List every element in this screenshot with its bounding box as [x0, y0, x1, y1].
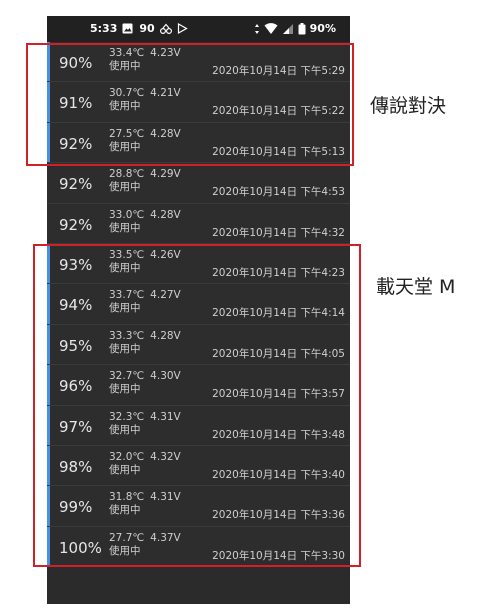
highlight-box-group1 [26, 43, 354, 166]
reading-info: 28.8℃ 4.29V 使用中 [109, 168, 181, 194]
temperature: 33.0℃ [109, 208, 145, 221]
highlight-box-group2 [33, 244, 361, 567]
list-item[interactable]: 92% 33.0℃ 4.28V 使用中 2020年10月14日 下午4:32 [47, 203, 350, 244]
annotation-label-group2: 載天堂 M [376, 276, 456, 298]
status-bar-left: 5:33 90 [90, 22, 189, 35]
battery-percent: 90% [309, 22, 336, 35]
wifi-icon [264, 22, 278, 35]
page: 5:33 90 90% 90% 33.4℃ 4.23V 使用中 2020年10月… [0, 0, 493, 610]
timestamp: 2020年10月14日 下午4:53 [212, 186, 345, 199]
battery-level: 92% [59, 175, 93, 194]
temperature: 28.8℃ [109, 168, 145, 181]
battery-icon [298, 22, 306, 35]
status-time: 5:33 [90, 22, 118, 35]
play-store-icon [177, 22, 189, 35]
timestamp: 2020年10月14日 下午4:32 [212, 226, 345, 239]
annotation-label-group1: 傳說對決 [370, 95, 447, 117]
voltage: 4.29V [150, 168, 181, 181]
reading-info: 33.0℃ 4.28V 使用中 [109, 209, 181, 235]
usage-status: 使用中 [109, 221, 141, 234]
list-item[interactable]: 92% 28.8℃ 4.29V 使用中 2020年10月14日 下午4:53 [47, 163, 350, 204]
image-icon [122, 23, 134, 35]
battery-level: 92% [59, 215, 93, 234]
status-bar: 5:33 90 90% [47, 16, 350, 42]
notification-count: 90 [139, 22, 155, 35]
data-transfer-icon [254, 23, 260, 35]
status-bar-right: 90% [254, 22, 336, 35]
usage-status: 使用中 [109, 181, 141, 194]
signal-icon [282, 23, 294, 35]
voltage: 4.28V [150, 208, 181, 221]
app-notification-icon [159, 23, 172, 35]
